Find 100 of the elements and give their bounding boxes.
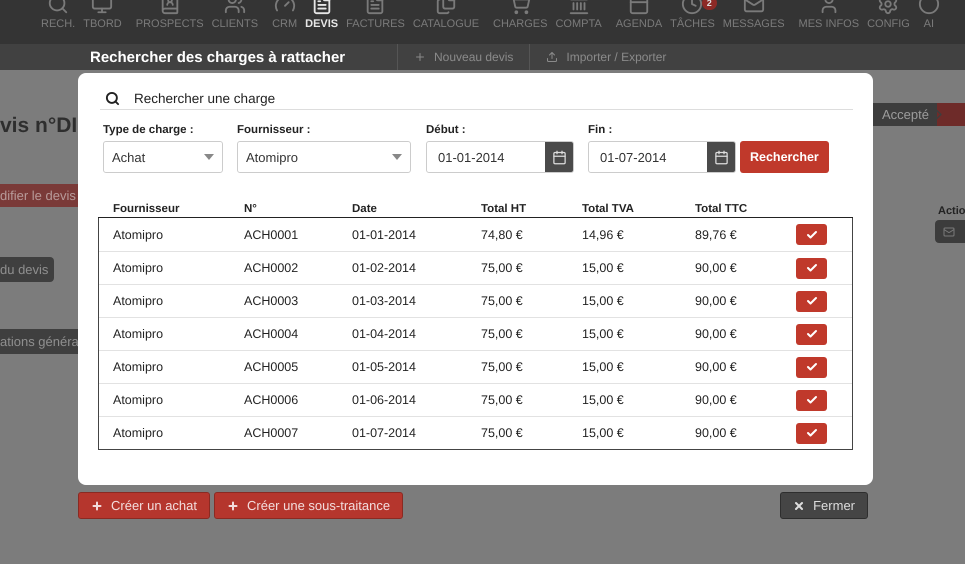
- search-button[interactable]: Rechercher: [740, 141, 829, 173]
- nav-tab[interactable]: TÂCHES 2: [666, 0, 719, 44]
- table-cell-text: 01-02-2014: [352, 261, 417, 275]
- column-header: Date: [352, 203, 378, 215]
- table-cell-text: 75,00 €: [481, 294, 524, 308]
- table-cell-text: 75,00 €: [481, 426, 524, 440]
- table-cell-text: Atomipro: [113, 327, 164, 341]
- check-icon: [806, 361, 818, 373]
- create-subcontract-button[interactable]: Créer une sous-traitance: [214, 492, 404, 519]
- nav-tab[interactable]: CATALOGUE: [408, 0, 484, 44]
- table-cell-text: 15,00 €: [582, 327, 625, 341]
- caret-icon: [204, 154, 214, 160]
- check-icon: [806, 262, 818, 274]
- table-cell-text: ACH0005: [244, 360, 300, 374]
- table-cell-text: 15,00 €: [582, 360, 625, 374]
- date-field[interactable]: 01-07-2014: [588, 141, 736, 173]
- select-button[interactable]: [796, 290, 827, 312]
- check-icon: [806, 328, 818, 340]
- date-field[interactable]: 01-01-2014: [426, 141, 574, 173]
- calendar-icon: [714, 150, 728, 164]
- check-icon: [806, 427, 818, 439]
- close-button[interactable]: Fermer: [780, 492, 868, 519]
- nav-tab[interactable]: FACTURES: [342, 0, 409, 44]
- table-cell-text: 01-01-2014: [352, 228, 417, 242]
- subnav-link[interactable]: Nouveau devis: [397, 44, 530, 70]
- table-cell-text: 75,00 €: [481, 261, 524, 275]
- create-purchase-button[interactable]: Créer un achat: [78, 492, 210, 519]
- table-cell-text: Atomipro: [113, 261, 164, 275]
- field-label: Début :: [426, 124, 467, 136]
- column-header: Total TVA: [582, 203, 635, 215]
- table-cell-text: ACH0007: [244, 426, 300, 440]
- plus-icon: [414, 51, 426, 63]
- notification-badge: 2: [702, 0, 717, 10]
- select-button[interactable]: [796, 224, 827, 245]
- upload-icon: [546, 51, 558, 63]
- plus-icon: [91, 500, 103, 512]
- table-cell-text: 74,80 €: [481, 228, 524, 242]
- table-cell-text: 01-06-2014: [352, 393, 417, 407]
- table-cell-text: Atomipro: [113, 360, 164, 374]
- mail-button[interactable]: [935, 220, 965, 243]
- table-cell-text: 15,00 €: [582, 426, 625, 440]
- field-label: Fournisseur :: [237, 124, 312, 136]
- table-cell-text: 90,00 €: [695, 294, 738, 308]
- select-button[interactable]: [796, 390, 827, 410]
- table-cell-text: ACH0002: [244, 261, 300, 275]
- table-cell-text: 75,00 €: [481, 393, 524, 407]
- table-cell-text: ACH0003: [244, 294, 300, 308]
- table-cell-text: 15,00 €: [582, 393, 625, 407]
- calendar-button[interactable]: [545, 142, 573, 172]
- page-heading: vis n°DI: [0, 114, 78, 138]
- nav-tab[interactable]: DEVIS: [301, 0, 342, 44]
- status-step: Accepté: [873, 103, 965, 126]
- select-button[interactable]: [796, 324, 827, 344]
- subnav-link[interactable]: Importer / Exporter: [529, 44, 682, 70]
- table-cell-text: Atomipro: [113, 294, 164, 308]
- table-cell-text: 90,00 €: [695, 261, 738, 275]
- nav-tab[interactable]: CHARGES: [489, 0, 552, 44]
- nav-tab[interactable]: CRM: [268, 0, 302, 44]
- nav-tab[interactable]: MES INFOS: [794, 0, 864, 44]
- table-cell-text: 01-05-2014: [352, 360, 417, 374]
- table-cell-text: 90,00 €: [695, 360, 738, 374]
- table-cell-text: 75,00 €: [481, 360, 524, 374]
- select-button[interactable]: [796, 356, 827, 378]
- column-header: Fournisseur: [113, 203, 180, 215]
- nav-tab[interactable]: AI: [914, 0, 944, 44]
- supplier-select[interactable]: Atomipro: [237, 141, 411, 173]
- table-cell-text: Atomipro: [113, 426, 164, 440]
- search-icon: [105, 91, 120, 106]
- table-cell-text: 90,00 €: [695, 393, 738, 407]
- column-header: Total HT: [481, 203, 528, 215]
- plus-icon: [227, 500, 239, 512]
- nav-tab[interactable]: PROSPECTS: [132, 0, 208, 44]
- nav-tab[interactable]: CLIENTS: [208, 0, 262, 44]
- calendar-button[interactable]: [707, 142, 735, 172]
- nav-tab[interactable]: MESSAGES: [718, 0, 789, 44]
- table-cell-text: Atomipro: [113, 393, 164, 407]
- table-cell-text: 01-03-2014: [352, 294, 417, 308]
- mail-icon: [943, 226, 955, 238]
- type-select[interactable]: Achat: [103, 141, 223, 173]
- nav-tab[interactable]: RECH.: [37, 0, 80, 44]
- section-title: Rechercher une charge: [134, 91, 276, 106]
- field-label: Fin :: [588, 124, 614, 136]
- check-icon: [806, 394, 818, 406]
- nav-tab[interactable]: TBORD: [79, 0, 126, 44]
- actions-label: Actio: [938, 205, 965, 217]
- caret-icon: [392, 154, 402, 160]
- devis-button[interactable]: du devis: [0, 257, 54, 282]
- column-header: Total TTC: [695, 203, 748, 215]
- table-cell-text: ACH0001: [244, 228, 300, 242]
- column-header: N°: [244, 203, 258, 215]
- nav-tab[interactable]: CONFIG: [863, 0, 914, 44]
- modal-title: Rechercher des charges à rattacher: [90, 49, 346, 66]
- select-button[interactable]: [796, 258, 827, 278]
- table-cell-text: ACH0004: [244, 327, 300, 341]
- table-cell-text: 01-04-2014: [352, 327, 417, 341]
- nav-tab[interactable]: AGENDA: [612, 0, 666, 44]
- select-button[interactable]: [796, 422, 827, 444]
- table-cell-text: 15,00 €: [582, 261, 625, 275]
- field-label: Type de charge :: [103, 124, 195, 136]
- nav-tab[interactable]: COMPTA: [551, 0, 606, 44]
